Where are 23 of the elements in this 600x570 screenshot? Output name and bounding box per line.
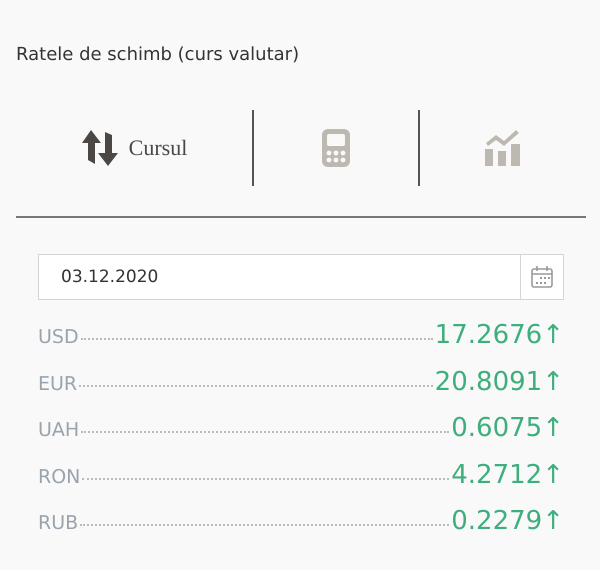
rate-value: 17.2676 [434,320,542,350]
tab[interactable]: Cursul [76,126,192,170]
currency-code: RON [38,466,80,488]
rate-value: 0.6075 [451,413,542,444]
currency-code: EUR [38,372,78,395]
trend-arrow: ↑ [542,413,564,444]
date-field[interactable]: 03.12.2020 [38,254,520,300]
rate-value: 20.8091 [434,366,542,397]
currency-code: UAH [38,419,80,442]
rate-value: 0.2279 [451,506,542,536]
rate-value: 4.2712 [451,460,542,490]
calculator-icon [321,128,351,168]
bar-chart-icon [484,129,522,167]
calendar-icon [530,265,554,289]
trend-arrow: ↑ [542,366,564,397]
trend-arrow: ↑ [542,506,564,536]
up-down-arrows-icon [80,130,119,166]
calendar-button[interactable] [520,254,564,300]
page-title: Ratele de schimb (curs valutar) [16,44,300,65]
currency-code: RUB [38,512,78,534]
currency-code: USD [38,326,79,348]
trend-arrow: ↑ [542,460,564,490]
trend-arrow: ↑ [542,320,564,350]
